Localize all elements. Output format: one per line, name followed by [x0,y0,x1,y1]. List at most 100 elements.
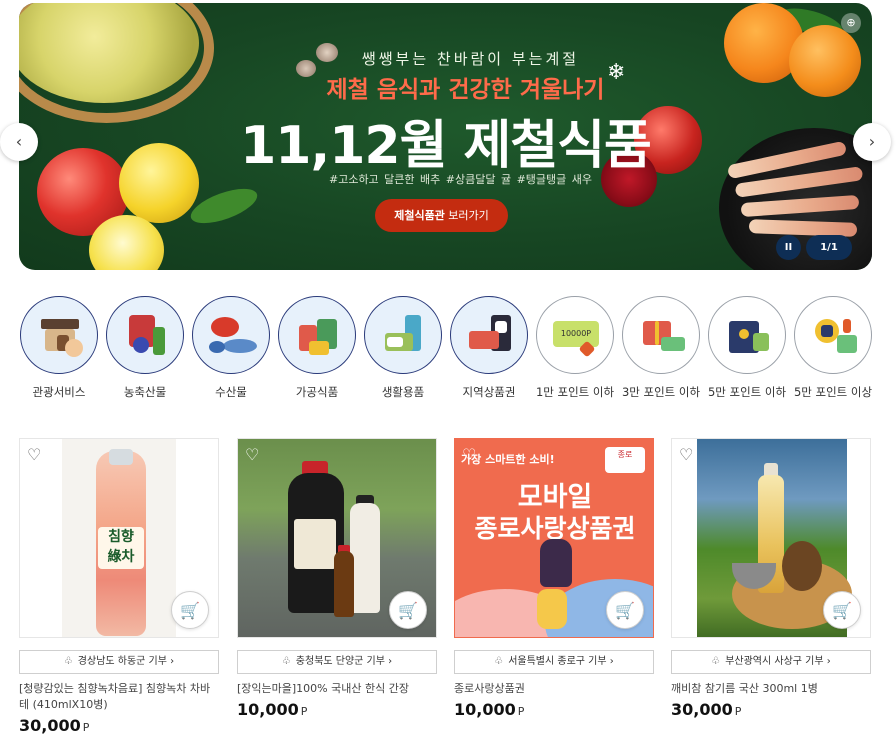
premium-gift-icon [794,296,872,374]
category-under-50000-points[interactable]: 5만 포인트 이하 [707,296,787,400]
product-name[interactable]: 깨비참 참기름 국산 300ml 1병 [671,681,871,697]
cart-icon[interactable]: 🛒 [389,591,427,629]
category-label: 관광서비스 [32,385,86,399]
banner-title: 11,12월 제철식품 [240,116,652,176]
bottle-label: 침향 綠차 [98,527,144,569]
price-unit: P [300,705,308,718]
promo-banner[interactable]: 쌩쌩부는 찬바람이 부는계절 제철 음식과 건강한 겨울나기 ❄ 11,12월 … [19,3,872,270]
donation-region: 부산광역시 사상구 기부 [725,656,824,667]
product-image[interactable]: ♡ 🛒 [671,438,871,638]
price-value: 30,000 [19,716,81,735]
category-label: 수산물 [215,385,247,399]
seafood-icon [192,296,270,374]
pinecone-image [782,541,822,591]
donation-region-button[interactable]: ♧ 부산광역시 사상구 기부 › [671,650,871,674]
banner-subtitle: 쌩쌩부는 찬바람이 부는계절 [361,50,580,68]
chevron-right-icon: › [170,656,175,667]
product-card[interactable]: 침향 綠차 ♡ 🛒 ♧ 경상남도 하동군 기부 › [청량감있는 침향녹차음료] 침… [19,438,219,735]
carousel-prev-button[interactable]: ‹ [0,123,38,161]
heart-icon[interactable]: ♡ [27,445,41,464]
donation-region: 충청북도 단양군 기부 [295,656,385,667]
cart-icon[interactable]: 🛒 [606,591,644,629]
zoom-icon[interactable]: ⊕ [841,13,861,33]
category-agriculture[interactable]: 농축산물 [105,296,185,400]
product-card[interactable]: 가장 스마트한 소비! 종로 모바일 종로사랑상품권 ♡ 🛒 ♧ 서울특별시 종로… [454,438,654,719]
rabbit-illustration [537,589,567,629]
product-name[interactable]: [장익는마을]100% 국내산 한식 간장 [237,681,437,697]
button-rest-text: 보러가기 [444,209,489,222]
category-over-50000-points[interactable]: 5만 포인트 이상 [793,296,873,400]
product-name[interactable]: [청량감있는 침향녹차음료] 침향녹차 차바테 (410mlX10병) [19,681,219,713]
jongno-logo: 종로 [605,447,645,473]
product-image[interactable]: 침향 綠차 ♡ 🛒 [19,438,219,638]
10000-point-card-icon: 10000P [536,296,614,374]
chevron-right-icon: › [388,656,393,667]
local-voucher-icon [450,296,528,374]
snowflake-icon: ❄ [607,60,626,85]
category-under-30000-points[interactable]: 3만 포인트 이하 [621,296,701,400]
donate-icon: ♧ [281,656,291,667]
donation-region-button[interactable]: ♧ 서울특별시 종로구 기부 › [454,650,654,674]
slide-pager: 1/1 [806,235,852,260]
category-label: 1만 포인트 이하 [535,385,615,399]
product-name[interactable]: 종로사랑상품권 [454,681,654,697]
product-price: 30,000 P [671,700,871,719]
category-label: 5만 포인트 이하 [707,385,787,399]
product-price: 10,000 P [454,700,654,719]
donate-icon: ♧ [494,656,504,667]
product-card[interactable]: ♡ 🛒 ♧ 부산광역시 사상구 기부 › 깨비참 참기름 국산 300ml 1병 … [671,438,871,719]
carousel-next-button[interactable]: › [853,123,891,161]
cart-icon[interactable]: 🛒 [823,591,861,629]
donation-region: 경상남도 하동군 기부 [77,656,167,667]
donation-region-button[interactable]: ♧ 경상남도 하동군 기부 › [19,650,219,674]
banner-tagline: 제철 음식과 건강한 겨울나기 [326,77,605,103]
category-label: 5만 포인트 이상 [793,385,873,399]
category-label: 3만 포인트 이하 [621,385,701,399]
product-price: 30,000 P [19,716,219,735]
category-household[interactable]: 생활용품 [363,296,443,400]
pause-button[interactable]: II [776,235,801,260]
category-under-10000-points[interactable]: 10000P 1만 포인트 이하 [535,296,615,400]
price-unit: P [82,721,90,734]
category-list: 관광서비스 농축산물 수산물 가공식품 생활용품 지역상품권 10000P 1만… [19,296,879,406]
product-card[interactable]: ♡ 🛒 ♧ 충청북도 단양군 기부 › [장익는마을]100% 국내산 한식 간장… [237,438,437,719]
processed-food-icon [278,296,356,374]
banner-hashtags: #고소하고 달큰한 배추 #상큼달달 귤 #탱글탱글 새우 [328,173,593,186]
gift-bag-icon [708,296,786,374]
rabbit-illustration [540,539,572,587]
donation-region: 서울특별시 종로구 기부 [508,656,607,667]
product-price: 10,000 P [237,700,437,719]
heart-icon[interactable]: ♡ [679,445,693,464]
hanok-tourism-icon [20,296,98,374]
donate-icon: ♧ [63,656,73,667]
cart-icon[interactable]: 🛒 [171,591,209,629]
category-processed-food[interactable]: 가공식품 [277,296,357,400]
price-unit: P [517,705,525,718]
category-label: 농축산물 [123,385,167,399]
price-value: 10,000 [454,700,516,719]
product-image[interactable]: ♡ 🛒 [237,438,437,638]
category-label: 지역상품권 [462,385,516,399]
gift-box-icon [622,296,700,374]
price-value: 10,000 [237,700,299,719]
view-seasonal-food-button[interactable]: 제철식품관 보러가기 [375,199,508,232]
donation-region-button[interactable]: ♧ 충청북도 단양군 기부 › [237,650,437,674]
soy-sauce-bottle-image [350,503,380,613]
citron-slice-image [89,215,164,270]
button-strong-text: 제철식품관 [394,209,445,222]
heart-icon[interactable]: ♡ [245,445,259,464]
heart-icon[interactable]: ♡ [462,445,476,464]
price-value: 30,000 [671,700,733,719]
small-bottle-image [334,551,354,617]
product-image[interactable]: 가장 스마트한 소비! 종로 모바일 종로사랑상품권 ♡ 🛒 [454,438,654,638]
chevron-right-icon: › [826,656,831,667]
price-unit: P [734,705,742,718]
donate-icon: ♧ [711,656,721,667]
category-tourism[interactable]: 관광서비스 [19,296,99,400]
household-goods-icon [364,296,442,374]
category-seafood[interactable]: 수산물 [191,296,271,400]
category-label: 생활용품 [381,385,425,399]
chevron-right-icon: › [609,656,614,667]
category-local-voucher[interactable]: 지역상품권 [449,296,529,400]
meat-vegetable-icon [106,296,184,374]
